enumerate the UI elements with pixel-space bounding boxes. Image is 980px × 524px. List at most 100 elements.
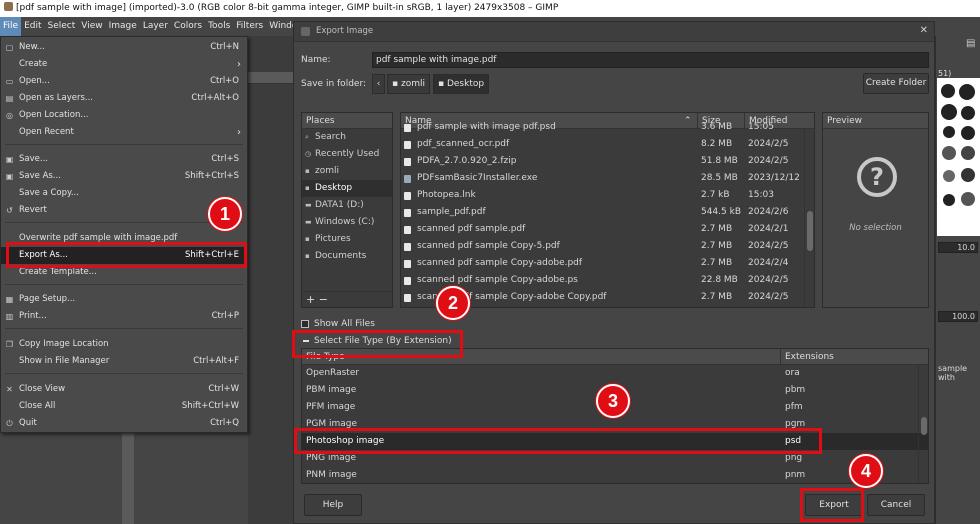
menu-item-close-all[interactable]: Close All Shift+Ctrl+W (1, 398, 247, 415)
annotation-box-photoshop (294, 428, 822, 454)
brush-swatch[interactable] (943, 126, 955, 138)
file-icon (404, 226, 411, 234)
place-data1[interactable]: ▬ DATA1 (D:) (302, 197, 392, 214)
file-row[interactable]: scanned pdf sample.pdf 2.7 MB 2024/2/1 (401, 221, 814, 238)
menu-item-copy-location[interactable]: ❐ Copy Image Location (1, 336, 247, 353)
menu-item-save-copy[interactable]: Save a Copy... (1, 185, 247, 202)
horizontal-ruler (248, 72, 296, 84)
breadcrumb-desktop[interactable]: ▪ Desktop (433, 74, 490, 94)
file-row[interactable]: Photopea.lnk 2.7 kB 15:03 (401, 187, 814, 204)
menu-item-save[interactable]: ▣ Save... Ctrl+S (1, 151, 247, 168)
gimp-logo-icon (301, 27, 310, 36)
file-row[interactable]: scanned pdf sample Copy-adobe.ps 22.8 MB 2… (401, 272, 814, 289)
file-menu: ▢ New... Ctrl+N Create › ▭ Open... Ctrl+O ▤ Op… (0, 36, 248, 433)
save-icon: ▣ (5, 155, 14, 164)
menu-item-new[interactable]: ▢ New... Ctrl+N (1, 39, 247, 56)
brush-size-field[interactable]: 10.0 (938, 242, 978, 253)
file-row[interactable]: PDFsamBasic7Installer.exe 28.5 MB 2023/12/… (401, 170, 814, 187)
place-zomli[interactable]: ▪ zomli (302, 163, 392, 180)
menu-select[interactable]: Select (45, 17, 79, 36)
menubar: File Edit Select View Image Layer Colors… (0, 17, 305, 36)
chevron-left-icon[interactable]: ‹ (372, 74, 385, 94)
menu-item-open[interactable]: ▭ Open... Ctrl+O (1, 73, 247, 90)
dock-menu-icon[interactable]: ▤ (966, 38, 978, 50)
menu-item-page-setup[interactable]: ▦ Page Setup... (1, 291, 247, 308)
name-label: Name: (301, 55, 331, 65)
brush-swatch[interactable] (961, 168, 975, 182)
places-add-remove[interactable]: + − (302, 291, 392, 307)
place-windows[interactable]: ▬ Windows (C:) (302, 214, 392, 231)
scrollbar-thumb[interactable] (921, 417, 927, 435)
cancel-button[interactable]: Cancel (867, 494, 925, 516)
file-icon (404, 294, 411, 302)
menu-edit[interactable]: Edit (21, 17, 44, 36)
brush-swatch[interactable] (941, 84, 955, 98)
place-pictures[interactable]: ▪ Pictures (302, 231, 392, 248)
brush-swatch[interactable] (961, 192, 975, 206)
opacity-field[interactable]: 100.0 (938, 311, 978, 322)
brush-swatch[interactable] (943, 170, 955, 182)
create-folder-button[interactable]: Create Folder (863, 73, 929, 94)
menu-tools[interactable]: Tools (205, 17, 233, 36)
menu-image[interactable]: Image (106, 17, 140, 36)
file-row[interactable]: scanned pdf sample Copy-adobe.pdf 2.7 MB 2… (401, 255, 814, 272)
menu-item-open-recent[interactable]: Open Recent › (1, 124, 247, 141)
menu-layer[interactable]: Layer (140, 17, 171, 36)
menu-filters[interactable]: Filters (233, 17, 266, 36)
submenu-arrow-icon: › (237, 127, 241, 138)
menu-item-save-as[interactable]: ▣ Save As... Shift+Ctrl+S (1, 168, 247, 185)
menu-separator (5, 284, 243, 285)
menu-file[interactable]: File (0, 17, 22, 36)
file-row[interactable]: pdf sample with image pdf.psd 3.6 MB 15:05 (401, 119, 814, 136)
menu-item-quit[interactable]: ⏻ Quit Ctrl+Q (1, 415, 247, 432)
menu-item-create[interactable]: Create › (1, 56, 247, 73)
place-recently-used[interactable]: ◷ Recently Used (302, 146, 392, 163)
brush-swatch[interactable] (943, 194, 955, 206)
filename-input[interactable]: pdf sample with image.pdf (372, 52, 929, 68)
place-desktop[interactable]: ▪ Desktop (302, 180, 392, 197)
file-type-scrollbar[interactable] (918, 365, 928, 483)
brush-swatch[interactable] (941, 104, 957, 120)
menu-item-show-in-manager[interactable]: Show in File Manager Ctrl+Alt+F (1, 353, 247, 370)
show-all-files-checkbox[interactable] (301, 320, 309, 328)
close-icon[interactable]: ✕ (920, 25, 928, 36)
menu-view[interactable]: View (78, 17, 105, 36)
place-search[interactable]: ⌕ Search (302, 129, 392, 146)
brush-swatch[interactable] (961, 106, 975, 120)
show-all-files-label[interactable]: Show All Files (314, 319, 375, 329)
menu-item-print[interactable]: ▥ Print... Ctrl+P (1, 308, 247, 325)
file-row[interactable]: sample_pdf.pdf 544.5 kB 2024/2/6 (401, 204, 814, 221)
brush-swatch[interactable] (959, 84, 975, 100)
file-list-scrollbar[interactable] (804, 129, 814, 307)
brush-swatch[interactable] (961, 146, 975, 160)
search-icon: ⌕ (305, 133, 309, 141)
folder-icon: ▪ (392, 79, 401, 89)
drive-icon: ▬ (305, 201, 312, 209)
image-canvas[interactable] (248, 36, 296, 524)
breadcrumb-zomli[interactable]: ▪ zomli (387, 74, 430, 94)
drive-icon: ▬ (305, 218, 312, 226)
folder-icon: ▪ (305, 252, 310, 260)
brushes-panel[interactable] (937, 78, 980, 236)
file-type-row[interactable]: PNM image pnm (302, 467, 928, 483)
brush-swatch[interactable] (942, 146, 956, 160)
menu-separator (5, 328, 243, 329)
column-extensions[interactable]: Extensions (780, 349, 834, 365)
file-row[interactable]: scanned pdf sample Copy-5.pdf 2.7 MB 2024/… (401, 238, 814, 255)
printer-icon: ▥ (5, 312, 14, 321)
scrollbar-thumb[interactable] (807, 211, 813, 251)
folder-icon: ▪ (438, 79, 447, 89)
brush-swatch[interactable] (961, 126, 975, 140)
file-type-row[interactable]: OpenRaster ora (302, 365, 928, 382)
file-row[interactable]: pdf_scanned_ocr.pdf 8.2 MB 2024/2/5 (401, 136, 814, 153)
menu-item-open-location[interactable]: ◎ Open Location... (1, 107, 247, 124)
help-button[interactable]: Help (304, 494, 362, 516)
menu-item-open-layers[interactable]: ▤ Open as Layers... Ctrl+Alt+O (1, 90, 247, 107)
open-folder-icon: ▭ (5, 77, 14, 86)
menu-colors[interactable]: Colors (171, 17, 205, 36)
places-header: Places (302, 113, 392, 129)
question-icon: ? (857, 157, 897, 197)
menu-item-close-view[interactable]: ✕ Close View Ctrl+W (1, 381, 247, 398)
place-documents[interactable]: ▪ Documents (302, 248, 392, 265)
file-row[interactable]: PDFA_2.7.0.920_2.fzip 51.8 MB 2024/2/5 (401, 153, 814, 170)
